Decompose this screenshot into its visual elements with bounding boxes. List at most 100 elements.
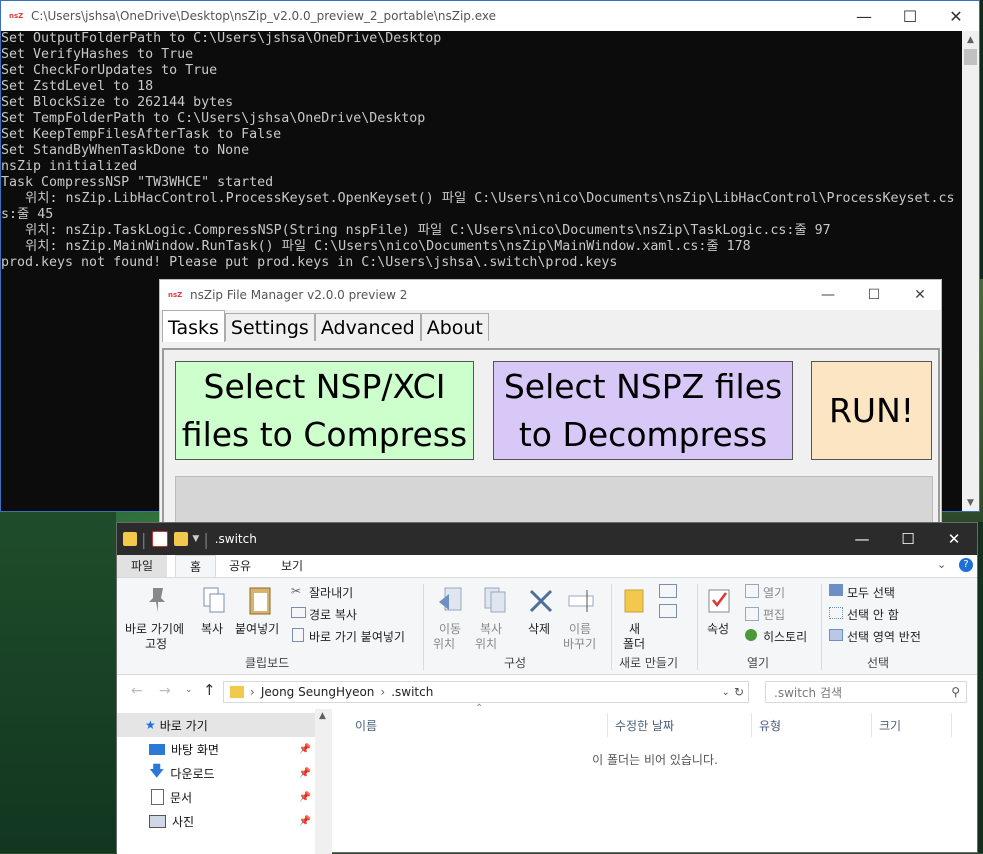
tab-file[interactable]: 파일 bbox=[117, 555, 168, 577]
console-line: prod.keys not found! Please put prod.key… bbox=[1, 255, 618, 270]
move-to-label-2[interactable]: 위치 bbox=[433, 635, 455, 652]
ribbon-collapse-icon[interactable]: ⌄ bbox=[937, 558, 946, 571]
maximize-icon: ☐ bbox=[901, 530, 915, 548]
copy-to-label-2[interactable]: 위치 bbox=[475, 635, 497, 652]
column-header-date[interactable]: 수정한 날짜 bbox=[615, 717, 674, 734]
nszip-app-icon: nsZ bbox=[9, 12, 24, 20]
tab-tasks[interactable]: Tasks bbox=[162, 310, 225, 342]
rename-label-2[interactable]: 바꾸기 bbox=[563, 635, 596, 652]
close-button[interactable]: ✕ bbox=[933, 1, 979, 31]
paste-button[interactable]: 붙여넣기 bbox=[235, 620, 279, 637]
manager-titlebar[interactable]: nsZ nsZip File Manager v2.0.0 preview 2 … bbox=[160, 280, 941, 310]
maximize-button[interactable]: ☐ bbox=[851, 280, 897, 310]
edit-button[interactable]: 편집 bbox=[763, 606, 785, 623]
new-folder-label-2[interactable]: 폴더 bbox=[623, 635, 645, 652]
column-header-type[interactable]: 유형 bbox=[759, 717, 781, 734]
new-folder-quick-icon[interactable] bbox=[174, 532, 189, 546]
console-line: Set VerifyHashes to True bbox=[1, 47, 194, 62]
maximize-button[interactable]: ☐ bbox=[885, 523, 931, 555]
decompress-button[interactable]: Select NSPZ files to Decompress bbox=[493, 361, 793, 460]
copy-button[interactable]: 복사 bbox=[201, 620, 223, 637]
column-header-name[interactable]: 이름 bbox=[355, 717, 377, 734]
minimize-button[interactable]: — bbox=[841, 1, 887, 31]
nav-item-desktop[interactable]: 바탕 화면 📌 bbox=[117, 737, 315, 761]
tab-home[interactable]: 홈 bbox=[175, 555, 217, 577]
pin-icon[interactable]: 📌 bbox=[299, 792, 311, 803]
scroll-thumb[interactable] bbox=[964, 49, 977, 65]
nav-item-label: 바로 가기 bbox=[159, 718, 208, 733]
nav-item-label: 사진 bbox=[172, 814, 195, 829]
pin-icon[interactable]: 📌 bbox=[299, 816, 311, 827]
tab-settings[interactable]: Settings bbox=[224, 313, 315, 341]
console-scrollbar[interactable]: ▲ ▼ bbox=[962, 31, 979, 511]
nav-scrollbar[interactable]: ▲ bbox=[315, 709, 332, 854]
address-dropdown-icon[interactable]: ⌄ bbox=[722, 687, 730, 698]
back-arrow-icon[interactable]: ← bbox=[131, 683, 143, 699]
scroll-up-arrow-icon[interactable]: ▲ bbox=[962, 31, 979, 48]
compress-button[interactable]: Select NSP/XCI files to Compress bbox=[175, 361, 474, 460]
nav-item-quick-access[interactable]: ★ 바로 가기 bbox=[117, 713, 315, 737]
pin-label-2[interactable]: 고정 bbox=[145, 635, 167, 652]
cut-button[interactable]: 잘라내기 bbox=[309, 584, 353, 601]
maximize-button[interactable]: ☐ bbox=[887, 1, 933, 31]
quick-access-dropdown-icon[interactable]: ▼ bbox=[192, 534, 199, 544]
minimize-button[interactable]: — bbox=[839, 523, 885, 555]
nav-item-pictures[interactable]: 사진 📌 bbox=[117, 809, 315, 833]
compress-label-line1: Select NSP/XCI bbox=[203, 366, 446, 406]
nav-item-documents[interactable]: 문서 📌 bbox=[117, 785, 315, 809]
close-button[interactable]: ✕ bbox=[897, 280, 943, 310]
select-none-icon bbox=[829, 607, 843, 619]
help-icon[interactable]: ? bbox=[959, 558, 973, 572]
console-title: C:\Users\jshsa\OneDrive\Desktop\nsZip_v2… bbox=[31, 9, 497, 23]
refresh-icon[interactable]: ↻ bbox=[734, 685, 744, 699]
breadcrumb-current[interactable]: .switch bbox=[391, 685, 433, 699]
select-group-label: 선택 bbox=[867, 656, 890, 670]
nav-item-downloads[interactable]: 🡇 다운로드 📌 bbox=[117, 761, 315, 785]
explorer-title: .switch bbox=[214, 532, 257, 546]
breadcrumb-separator-icon: › bbox=[250, 685, 255, 699]
breadcrumb-parent[interactable]: Jeong SeungHyeon bbox=[261, 685, 375, 699]
pin-icon[interactable]: 📌 bbox=[299, 744, 311, 755]
edit-icon bbox=[745, 607, 759, 621]
invert-selection-button[interactable]: 선택 영역 반전 bbox=[847, 628, 921, 645]
paste-shortcut-icon bbox=[292, 628, 304, 642]
paste-shortcut-button[interactable]: 바로 가기 붙여넣기 bbox=[309, 628, 405, 645]
tab-view[interactable]: 보기 bbox=[267, 555, 317, 577]
search-placeholder: .switch 검색 bbox=[774, 685, 843, 700]
breadcrumb-separator-icon: › bbox=[380, 685, 386, 699]
column-divider bbox=[607, 713, 608, 737]
recent-chevron-icon[interactable]: ⌄ bbox=[185, 685, 193, 695]
compress-label-line2: files to Compress bbox=[181, 414, 468, 454]
console-line: Task CompressNSP "TW3WHCE" started bbox=[1, 175, 274, 190]
select-all-button[interactable]: 모두 선택 bbox=[847, 584, 895, 601]
search-input[interactable]: .switch 검색 ⚲ bbox=[765, 681, 967, 703]
minimize-button[interactable]: — bbox=[805, 280, 851, 310]
run-button[interactable]: RUN! bbox=[811, 361, 932, 460]
pin-icon[interactable]: 📌 bbox=[299, 768, 311, 779]
properties-quick-icon[interactable] bbox=[152, 531, 169, 547]
forward-arrow-icon[interactable]: → bbox=[159, 683, 171, 699]
open-button[interactable]: 열기 bbox=[763, 584, 785, 601]
properties-button[interactable]: 속성 bbox=[707, 620, 729, 637]
easy-access-icon[interactable] bbox=[659, 604, 677, 618]
scroll-up-arrow-icon[interactable]: ▲ bbox=[319, 711, 326, 721]
delete-button[interactable]: 삭제 bbox=[528, 620, 550, 637]
console-titlebar[interactable]: nsZ C:\Users\jshsa\OneDrive\Desktop\nsZi… bbox=[1, 1, 979, 31]
select-none-button[interactable]: 선택 안 함 bbox=[847, 606, 899, 623]
address-bar[interactable]: › Jeong SeungHyeon › .switch ⌄ ↻ bbox=[223, 681, 749, 703]
tab-about[interactable]: About bbox=[420, 313, 489, 341]
up-arrow-icon[interactable]: ↑ bbox=[203, 681, 216, 699]
organize-group-label: 구성 bbox=[504, 656, 527, 670]
tab-share[interactable]: 공유 bbox=[215, 555, 265, 577]
new-item-icon[interactable] bbox=[659, 584, 677, 598]
copy-path-button[interactable]: 경로 복사 bbox=[309, 606, 357, 623]
close-button[interactable]: ✕ bbox=[931, 523, 977, 555]
explorer-titlebar[interactable]: | ▼ | .switch — ☐ ✕ bbox=[117, 523, 977, 555]
tab-advanced[interactable]: Advanced bbox=[314, 313, 421, 341]
console-line: Set CheckForUpdates to True bbox=[1, 63, 218, 78]
minimize-icon: — bbox=[854, 530, 870, 548]
column-header-size[interactable]: 크기 bbox=[879, 717, 901, 734]
history-button[interactable]: 히스토리 bbox=[763, 628, 807, 645]
file-list[interactable]: ⌃ 이름 수정한 날짜 유형 크기 이 폴더는 비어 있습니다. bbox=[333, 703, 977, 854]
scroll-down-arrow-icon[interactable]: ▼ bbox=[962, 494, 979, 511]
